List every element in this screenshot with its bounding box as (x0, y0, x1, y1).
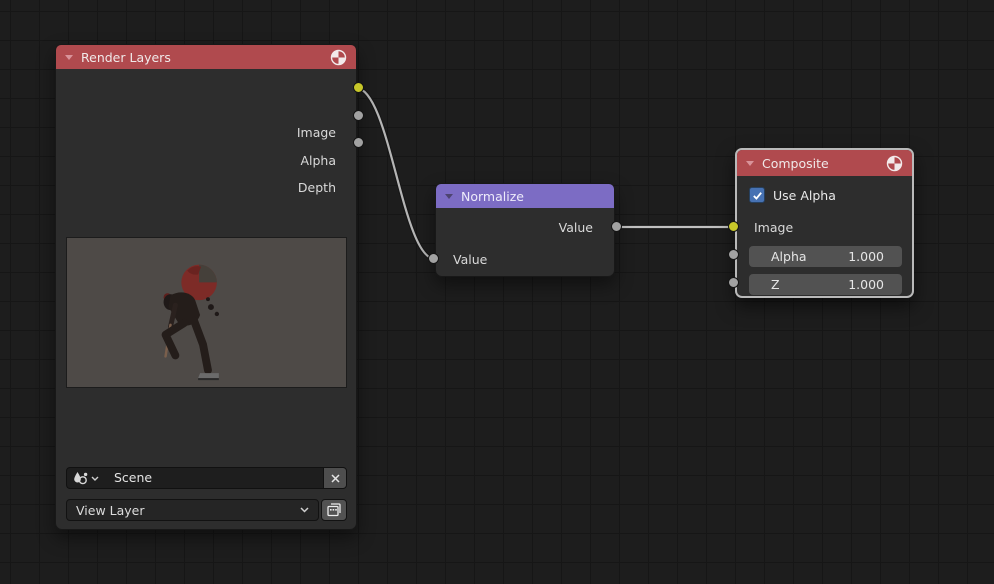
socket-output-alpha[interactable] (353, 110, 364, 121)
node-composite[interactable]: Composite Use Alpha Image Alpha 1.000 (735, 148, 914, 298)
node-editor-canvas[interactable]: Render Layers Image Alpha Depth (0, 0, 994, 584)
use-alpha-row: Use Alpha (749, 187, 836, 203)
render-result-sphere-icon (886, 155, 903, 172)
use-alpha-checkbox[interactable] (749, 187, 765, 203)
view-layer-dropdown[interactable]: View Layer (66, 499, 319, 521)
socket-output-value[interactable] (611, 221, 622, 232)
use-alpha-label: Use Alpha (773, 188, 836, 203)
collapse-triangle-icon[interactable] (445, 194, 453, 199)
collapse-triangle-icon[interactable] (746, 161, 754, 166)
render-layers-header[interactable]: Render Layers (56, 45, 356, 69)
render-layers-icon (326, 502, 342, 518)
socket-input-value[interactable] (428, 253, 439, 264)
chevron-down-icon (300, 507, 309, 513)
socket-input-image[interactable] (728, 221, 739, 232)
output-label-value: Value (559, 217, 593, 239)
scene-icon (73, 471, 89, 485)
node-normalize[interactable]: Normalize Value Value (435, 183, 615, 277)
view-layer-row: View Layer (66, 499, 347, 521)
z-field-value: 1.000 (848, 274, 884, 295)
node-title: Composite (762, 156, 878, 171)
input-label-image: Image (754, 217, 793, 239)
chevron-down-icon (91, 476, 99, 481)
alpha-field-label: Alpha (771, 246, 807, 267)
checkmark-icon (752, 190, 763, 201)
close-icon (330, 473, 341, 484)
node-title: Render Layers (81, 50, 322, 65)
render-result-sphere-icon (330, 49, 347, 66)
collapse-triangle-icon[interactable] (65, 55, 73, 60)
z-value-field[interactable]: Z 1.000 (749, 274, 902, 295)
scene-selector-row: Scene (66, 467, 347, 489)
socket-input-alpha[interactable] (728, 249, 739, 260)
scene-clear-button[interactable] (323, 467, 347, 489)
socket-output-depth[interactable] (353, 137, 364, 148)
view-layer-value: View Layer (76, 503, 294, 518)
input-label-value: Value (453, 249, 487, 271)
composite-header[interactable]: Composite (737, 150, 912, 176)
socket-input-z[interactable] (728, 277, 739, 288)
alpha-field-value: 1.000 (848, 246, 884, 267)
output-label-image: Image (297, 122, 336, 144)
preview-character-figure (67, 238, 346, 387)
node-title: Normalize (461, 189, 605, 204)
wire-image-to-normalize-halo (356, 88, 435, 259)
normalize-header[interactable]: Normalize (436, 184, 614, 208)
render-preview-image (66, 237, 347, 388)
scene-name-input[interactable]: Scene (104, 467, 323, 489)
wire-image-to-normalize (356, 88, 435, 259)
socket-output-image[interactable] (353, 82, 364, 93)
render-layer-button[interactable] (321, 499, 347, 521)
node-render-layers[interactable]: Render Layers Image Alpha Depth (55, 44, 357, 530)
z-field-label: Z (771, 274, 780, 295)
output-label-depth: Depth (298, 177, 336, 199)
scene-datablock-button[interactable] (66, 467, 104, 489)
output-label-alpha: Alpha (300, 150, 336, 172)
alpha-value-field[interactable]: Alpha 1.000 (749, 246, 902, 267)
